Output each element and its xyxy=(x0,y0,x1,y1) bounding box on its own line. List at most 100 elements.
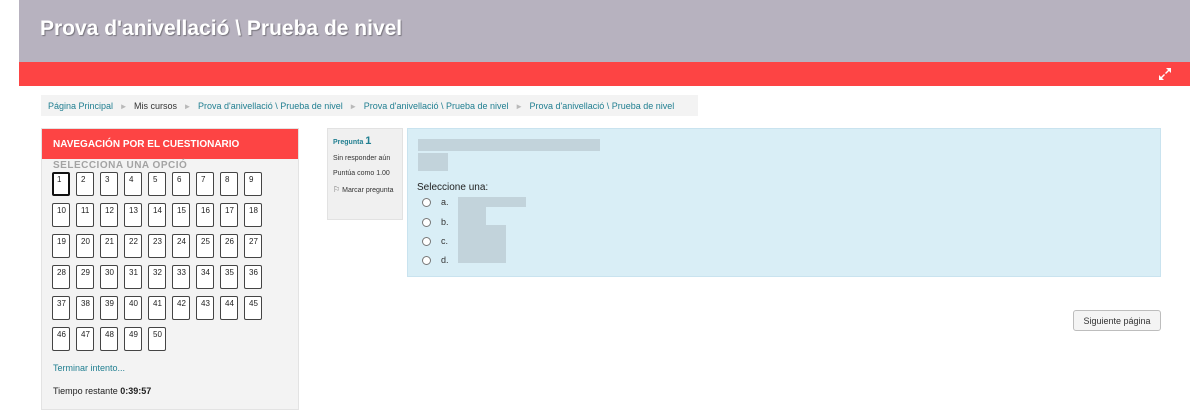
flag-question-link[interactable]: ⚐ Marcar pregunta xyxy=(333,185,397,194)
question-nav-button[interactable]: 27 xyxy=(244,234,262,258)
question-nav-button[interactable]: 35 xyxy=(220,265,238,289)
question-nav-button[interactable]: 7 xyxy=(196,172,214,196)
quiz-navigation-title: NAVEGACIÓN POR EL CUESTIONARIO xyxy=(42,129,298,159)
accent-bar xyxy=(19,62,1190,86)
question-nav-button[interactable]: 4 xyxy=(124,172,142,196)
question-score: Puntúa como 1.00 xyxy=(333,170,390,177)
question-number: 1 xyxy=(365,135,372,147)
section-label: SELECCIONA UNA OPCIÓ xyxy=(53,160,188,171)
answer-option-c[interactable]: c. xyxy=(422,236,448,250)
answer-option-d[interactable]: d. xyxy=(422,255,449,269)
question-nav-button[interactable]: 45 xyxy=(244,296,262,320)
question-nav-button[interactable]: 32 xyxy=(148,265,166,289)
answer-text-redacted xyxy=(458,243,506,263)
question-nav-button[interactable]: 26 xyxy=(220,234,238,258)
answer-radio[interactable] xyxy=(422,256,431,266)
question-nav-button[interactable]: 23 xyxy=(148,234,166,258)
answer-radio[interactable] xyxy=(422,198,431,208)
answer-text-redacted xyxy=(458,207,486,227)
question-nav-button[interactable]: 10 xyxy=(52,203,70,227)
breadcrumb-my-courses: Mis cursos xyxy=(134,101,178,111)
breadcrumb-separator-icon: ► xyxy=(183,102,192,111)
question-nav-button[interactable]: 13 xyxy=(124,203,142,227)
question-nav-button[interactable]: 18 xyxy=(244,203,262,227)
answer-letter: b. xyxy=(441,217,449,227)
breadcrumb: Página Principal ► Mis cursos ► Prova d'… xyxy=(41,95,698,116)
question-nav-button[interactable]: 33 xyxy=(172,265,190,289)
time-remaining: Tiempo restante 0:39:57 xyxy=(53,386,151,396)
answer-letter: c. xyxy=(441,236,449,246)
question-nav-button[interactable]: 19 xyxy=(52,234,70,258)
question-nav-button[interactable]: 8 xyxy=(220,172,238,196)
flag-icon: ⚐ xyxy=(333,185,341,194)
question-nav-button[interactable]: 39 xyxy=(100,296,118,320)
answer-option-b[interactable]: b. xyxy=(422,217,449,231)
question-nav-button[interactable]: 41 xyxy=(148,296,166,320)
question-nav-button[interactable]: 1 xyxy=(52,172,70,196)
question-nav-button[interactable]: 9 xyxy=(244,172,262,196)
question-nav-button[interactable]: 43 xyxy=(196,296,214,320)
breadcrumb-section[interactable]: Prova d'anivellació \ Prueba de nivel xyxy=(364,101,509,111)
finish-attempt-link[interactable]: Terminar intento... xyxy=(53,363,125,373)
question-nav-button[interactable]: 36 xyxy=(244,265,262,289)
quiz-navigation-block: NAVEGACIÓN POR EL CUESTIONARIO SELECCION… xyxy=(41,128,299,410)
question-nav-button[interactable]: 20 xyxy=(76,234,94,258)
breadcrumb-course[interactable]: Prova d'anivellació \ Prueba de nivel xyxy=(198,101,343,111)
question-nav-button[interactable]: 29 xyxy=(76,265,94,289)
question-nav-button[interactable]: 2 xyxy=(76,172,94,196)
question-nav-button[interactable]: 42 xyxy=(172,296,190,320)
timer-value: 0:39:57 xyxy=(120,386,152,396)
question-nav-button[interactable]: 49 xyxy=(124,327,142,351)
question-status: Sin responder aún xyxy=(333,155,391,162)
answer-radio[interactable] xyxy=(422,237,431,247)
question-nav-button[interactable]: 44 xyxy=(220,296,238,320)
next-page-button[interactable]: Siguiente página xyxy=(1073,310,1161,331)
question-nav-button[interactable]: 21 xyxy=(100,234,118,258)
question-nav-button[interactable]: 48 xyxy=(100,327,118,351)
answer-text-redacted xyxy=(458,197,526,207)
breadcrumb-home[interactable]: Página Principal xyxy=(48,101,113,111)
question-nav-button[interactable]: 38 xyxy=(76,296,94,320)
breadcrumb-separator-icon: ► xyxy=(349,102,358,111)
question-nav-button[interactable]: 5 xyxy=(148,172,166,196)
question-info: Pregunta 1 Sin responder aún Puntúa como… xyxy=(327,128,403,220)
expand-arrows-icon[interactable] xyxy=(1157,66,1173,82)
timer-label: Tiempo restante xyxy=(53,386,118,396)
question-nav-button[interactable]: 16 xyxy=(196,203,214,227)
question-nav-button[interactable]: 11 xyxy=(76,203,94,227)
question-nav-button[interactable]: 50 xyxy=(148,327,166,351)
flag-question-label: Marcar pregunta xyxy=(342,187,394,194)
breadcrumb-separator-icon: ► xyxy=(515,102,523,111)
question-nav-button[interactable]: 12 xyxy=(100,203,118,227)
question-nav-button[interactable]: 25 xyxy=(196,234,214,258)
select-one-label: Seleccione una: xyxy=(417,182,489,193)
question-nav-button[interactable]: 28 xyxy=(52,265,70,289)
question-nav-button[interactable]: 15 xyxy=(172,203,190,227)
question-nav-button[interactable]: 40 xyxy=(124,296,142,320)
question-nav-button[interactable]: 30 xyxy=(100,265,118,289)
breadcrumb-separator-icon: ► xyxy=(119,102,128,111)
question-nav-button[interactable]: 37 xyxy=(52,296,70,320)
breadcrumb-quiz[interactable]: Prova d'anivellació \ Prueba de nivel xyxy=(530,101,675,111)
page-header: Prova d'anivellació \ Prueba de nivel xyxy=(19,0,1190,62)
question-nav-button[interactable]: 31 xyxy=(124,265,142,289)
answer-radio[interactable] xyxy=(422,218,431,228)
question-nav-button[interactable]: 34 xyxy=(196,265,214,289)
question-nav-button[interactable]: 3 xyxy=(100,172,118,196)
question-text-redacted xyxy=(418,153,448,171)
question-button-grid: 1 2 3 4 5 6 7 8 9 10 11 12 13 14 15 16 17 18 19 20 21 22 23 24 2… xyxy=(52,172,276,351)
question-nav-button[interactable]: 14 xyxy=(148,203,166,227)
question-content: Seleccione una: a. b. c. d. xyxy=(407,128,1161,277)
question-nav-button[interactable]: 6 xyxy=(172,172,190,196)
question-nav-button[interactable]: 17 xyxy=(220,203,238,227)
question-nav-button[interactable]: 47 xyxy=(76,327,94,351)
answer-text-redacted xyxy=(458,225,506,245)
question-nav-button[interactable]: 24 xyxy=(172,234,190,258)
question-text-redacted xyxy=(418,139,600,151)
question-label: Pregunta xyxy=(333,139,364,146)
answer-option-a[interactable]: a. xyxy=(422,197,449,211)
question-nav-button[interactable]: 46 xyxy=(52,327,70,351)
answer-letter: d. xyxy=(441,255,449,265)
answer-letter: a. xyxy=(441,197,449,207)
question-nav-button[interactable]: 22 xyxy=(124,234,142,258)
